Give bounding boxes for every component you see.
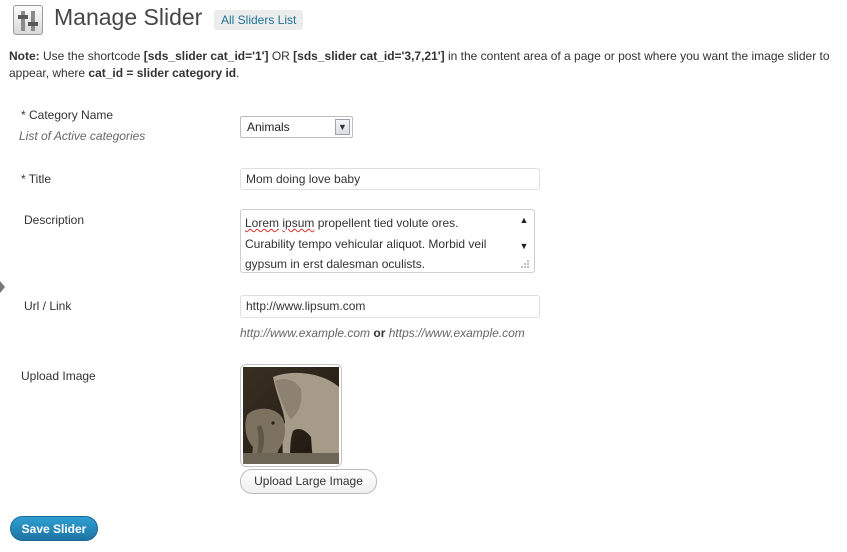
- description-line-2: Curability tempo vehicular aliquot. Morb…: [245, 236, 487, 251]
- collapse-arrow-icon[interactable]: [0, 281, 5, 293]
- url-hint-https: https://www.example.com: [388, 326, 525, 340]
- scroll-up-icon[interactable]: ▲: [517, 213, 531, 227]
- elephant-image: [243, 367, 339, 464]
- url-hint-or: or: [373, 326, 386, 340]
- category-hint: List of Active categories: [19, 129, 146, 143]
- title-label: * Title: [21, 172, 52, 186]
- scroll-down-icon[interactable]: ▼: [517, 239, 531, 253]
- note-cat-id: cat_id = slider category id: [88, 66, 237, 80]
- upload-large-image-button[interactable]: Upload Large Image: [240, 469, 377, 494]
- upload-image-label: Upload Image: [21, 369, 96, 383]
- note-shortcode-1: [sds_slider cat_id='1']: [143, 49, 269, 63]
- note-text-1: Use the shortcode: [39, 49, 144, 63]
- textarea-scrollbar[interactable]: ▲ ▼: [517, 213, 531, 257]
- url-label: Url / Link: [24, 299, 72, 313]
- description-label: Description: [24, 213, 85, 227]
- description-textarea[interactable]: Lorem ipsum propellent tied volute ores.…: [240, 209, 535, 273]
- page-title: Manage Slider: [54, 4, 203, 30]
- note-prefix: Note:: [9, 49, 40, 63]
- category-select-value: Animals: [247, 120, 290, 134]
- note-text-2: OR: [268, 49, 294, 63]
- resize-grip-icon[interactable]: [520, 259, 530, 269]
- note-shortcode-2: [sds_slider cat_id='3,7,21']: [293, 49, 445, 63]
- url-input[interactable]: http://www.lipsum.com: [240, 295, 540, 318]
- description-text: Lorem ipsum propellent tied volute ores.…: [245, 213, 507, 272]
- all-sliders-link[interactable]: All Sliders List: [214, 10, 304, 30]
- spellcheck-word: Lorem: [245, 216, 280, 230]
- spellcheck-word: ipsum: [282, 216, 315, 230]
- save-slider-button[interactable]: Save Slider: [10, 516, 98, 541]
- description-line-3: gypsum in erst dalesman oculists.: [245, 257, 426, 271]
- description-line-1: propellent tied volute ores.: [314, 216, 459, 230]
- category-select[interactable]: Animals ▼: [240, 116, 353, 138]
- chevron-down-icon[interactable]: ▼: [335, 119, 350, 135]
- url-hint-http: http://www.example.com: [240, 326, 371, 340]
- slider-image-preview: [240, 364, 342, 467]
- slider-settings-icon: [13, 5, 43, 35]
- category-label: * Category Name: [21, 108, 114, 122]
- note-text-4: .: [236, 66, 240, 80]
- title-input[interactable]: Mom doing love baby: [240, 168, 540, 190]
- shortcode-note: Note: Use the shortcode [sds_slider cat_…: [9, 48, 839, 82]
- url-hint: http://www.example.com or https://www.ex…: [240, 326, 525, 340]
